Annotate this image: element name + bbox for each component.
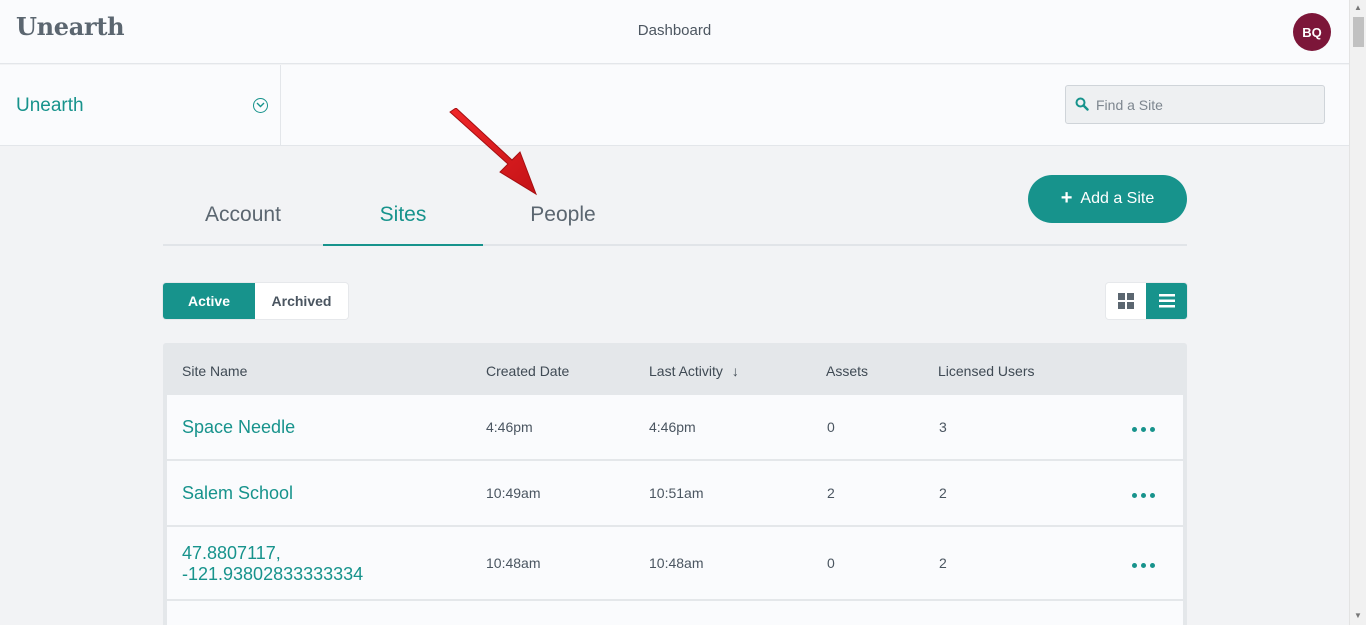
grid-icon bbox=[1118, 293, 1134, 309]
more-options-icon[interactable] bbox=[1132, 427, 1155, 432]
status-filter: Active Archived bbox=[163, 283, 348, 319]
view-toggle bbox=[1106, 283, 1187, 319]
scroll-down-icon[interactable]: ▼ bbox=[1354, 611, 1362, 620]
scroll-up-icon[interactable]: ▲ bbox=[1354, 3, 1362, 12]
more-options-icon[interactable] bbox=[1132, 493, 1155, 498]
col-site-name[interactable]: Site Name bbox=[182, 363, 247, 379]
site-name-link[interactable]: Salem School bbox=[182, 483, 293, 504]
table-row[interactable]: 47.8807117, -121.93802833333334 10:48am … bbox=[167, 527, 1183, 599]
col-last-activity[interactable]: Last Activity ↓ bbox=[649, 363, 739, 379]
org-switcher[interactable]: Unearth bbox=[0, 65, 281, 145]
assets-count: 0 bbox=[827, 419, 835, 435]
site-name-line-1: 47.8807117, bbox=[182, 543, 281, 563]
licensed-users-count: 2 bbox=[939, 485, 947, 501]
grid-view-button[interactable] bbox=[1106, 283, 1146, 319]
page-scrollbar[interactable]: ▲ ▼ bbox=[1349, 0, 1366, 625]
last-activity: 4:46pm bbox=[649, 419, 696, 435]
more-options-icon[interactable] bbox=[1132, 563, 1155, 568]
top-bar: Unearth Dashboard BQ bbox=[0, 0, 1349, 64]
org-name: Unearth bbox=[16, 95, 84, 116]
user-avatar[interactable]: BQ bbox=[1293, 13, 1331, 51]
site-name-line-2: -121.93802833333334 bbox=[182, 564, 364, 584]
table-header: Site Name Created Date Last Activity ↓ A… bbox=[163, 343, 1187, 395]
table-row[interactable]: Space Needle 4:46pm 4:46pm 0 3 bbox=[167, 395, 1183, 459]
table-row[interactable] bbox=[167, 601, 1183, 625]
table-row[interactable]: Salem School 10:49am 10:51am 2 2 bbox=[167, 461, 1183, 525]
site-name-link[interactable]: 47.8807117, -121.93802833333334 bbox=[182, 543, 363, 585]
list-view-button[interactable] bbox=[1146, 283, 1187, 319]
created-date: 10:49am bbox=[486, 485, 541, 501]
col-last-activity-label: Last Activity bbox=[649, 363, 723, 379]
page-title: Dashboard bbox=[637, 22, 712, 39]
tab-account[interactable]: Account bbox=[163, 180, 323, 246]
annotation-arrow-icon bbox=[449, 108, 537, 196]
col-assets[interactable]: Assets bbox=[826, 363, 868, 379]
site-search[interactable] bbox=[1065, 85, 1325, 124]
col-created-date[interactable]: Created Date bbox=[486, 363, 569, 379]
sites-table: Site Name Created Date Last Activity ↓ A… bbox=[163, 343, 1187, 625]
add-site-button[interactable]: + Add a Site bbox=[1028, 175, 1187, 223]
sort-down-icon: ↓ bbox=[731, 363, 739, 379]
search-input[interactable] bbox=[1096, 94, 1316, 116]
search-icon bbox=[1075, 97, 1089, 111]
assets-count: 2 bbox=[827, 485, 835, 501]
sub-header: Unearth bbox=[0, 65, 1349, 146]
site-name-link[interactable]: Space Needle bbox=[182, 417, 295, 438]
assets-count: 0 bbox=[827, 555, 835, 571]
filter-active[interactable]: Active bbox=[163, 283, 255, 319]
col-licensed-users[interactable]: Licensed Users bbox=[938, 363, 1035, 379]
plus-icon: + bbox=[1060, 186, 1073, 209]
list-icon bbox=[1158, 294, 1175, 308]
last-activity: 10:48am bbox=[649, 555, 704, 571]
add-site-label: Add a Site bbox=[1080, 190, 1155, 207]
licensed-users-count: 2 bbox=[939, 555, 947, 571]
last-activity: 10:51am bbox=[649, 485, 704, 501]
created-date: 4:46pm bbox=[486, 419, 533, 435]
licensed-users-count: 3 bbox=[939, 419, 947, 435]
chevron-down-icon[interactable] bbox=[253, 98, 268, 113]
created-date: 10:48am bbox=[486, 555, 541, 571]
filter-archived[interactable]: Archived bbox=[255, 283, 348, 319]
scroll-thumb[interactable] bbox=[1353, 17, 1364, 47]
